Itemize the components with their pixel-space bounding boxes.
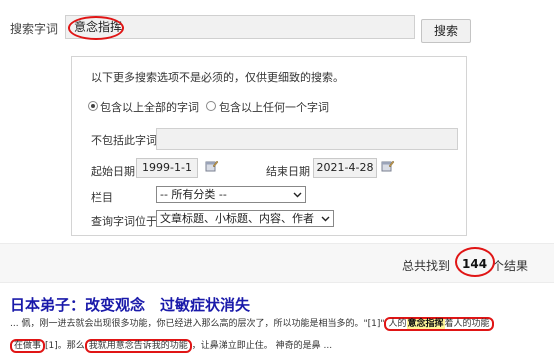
position-label: 查询字词位于 — [91, 215, 157, 228]
position-select-value: 文章标题、小标题、内容、作者 — [160, 212, 314, 225]
column-label: 栏目 — [91, 191, 113, 204]
keyword-highlight: 意念指挥 — [406, 319, 445, 329]
exclude-input[interactable] — [156, 128, 458, 150]
snippet-text: ... 佩，刚一进去就会出现很多功能，你已经进入那么高的层次了，所以功能是相当多… — [10, 319, 385, 329]
result-snippet-line-2: 在做事 [1]。那么 我就用意念告诉我的功能 ，让鼻涕立即止住。 神奇的是鼻 ... — [10, 339, 332, 353]
start-date-label: 起始日期 — [91, 165, 135, 178]
advanced-options-note: 以下更多搜索选项不是必须的，仅供更细致的搜索。 — [91, 71, 344, 84]
search-label: 搜索字词 — [10, 22, 59, 36]
match-all-label[interactable]: 包含以上全部的字词 — [100, 99, 199, 115]
result-count-suffix: 个结果 — [492, 259, 529, 273]
match-any-label[interactable]: 包含以上任何一个字词 — [219, 99, 329, 115]
search-button[interactable]: 搜索 — [421, 19, 471, 43]
position-select[interactable]: 文章标题、小标题、内容、作者 — [156, 210, 334, 227]
result-count-prefix: 总共找到 — [402, 259, 451, 273]
calendar-icon[interactable] — [205, 159, 219, 172]
column-select[interactable]: -- 所有分类 -- — [156, 186, 306, 203]
chevron-down-icon — [319, 213, 331, 224]
match-all-radio[interactable] — [88, 101, 98, 111]
snippet-text: ，让鼻涕立即止住。 神奇的是鼻 ... — [191, 341, 333, 351]
result-count: 144 — [462, 257, 488, 271]
snippet-annotated-phrase: 在做事 — [10, 339, 46, 353]
match-any-radio[interactable] — [206, 101, 216, 111]
snippet-annotated-phrase: 人的意念指挥着人的功能 — [384, 317, 494, 331]
search-input[interactable]: 意念指挥 — [65, 15, 415, 39]
snippet-text: 人的 — [388, 319, 407, 329]
exclude-label: 不包括此字词 — [91, 134, 157, 147]
result-snippet-line-1: ... 佩，刚一进去就会出现很多功能，你已经进入那么高的层次了，所以功能是相当多… — [10, 317, 494, 331]
snippet-text: 着人的功能 — [444, 319, 490, 329]
end-date-label: 结束日期 — [266, 165, 310, 178]
start-date-input[interactable]: 1999-1-1 — [136, 158, 198, 178]
snippet-text: [1]。那么 — [45, 341, 85, 351]
snippet-annotated-phrase: 我就用意念告诉我的功能 — [84, 339, 192, 353]
result-title-link[interactable]: 日本弟子：改变观念 过敏症状消失 — [10, 294, 250, 315]
column-select-value: -- 所有分类 -- — [160, 188, 227, 201]
chevron-down-icon — [291, 189, 303, 200]
end-date-input[interactable]: 2021-4-28 — [313, 158, 377, 178]
calendar-icon[interactable] — [381, 159, 395, 172]
